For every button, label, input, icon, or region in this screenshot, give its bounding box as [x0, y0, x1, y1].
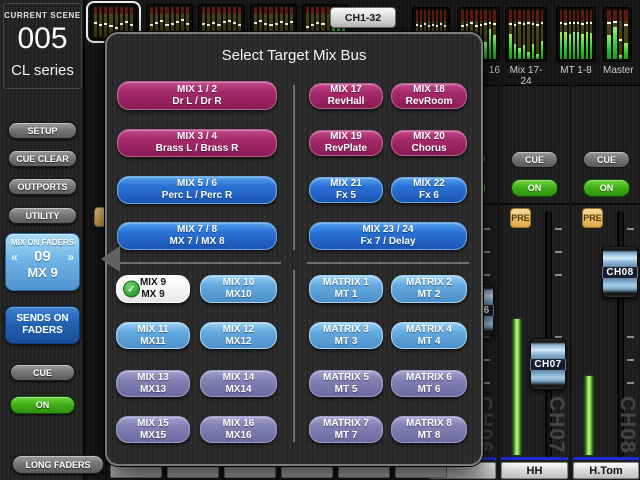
ch07-ghost-label: CH07	[544, 396, 568, 454]
ch08-name-plate[interactable]: H.Tom	[573, 462, 639, 479]
ch07-cue-button[interactable]: CUE	[511, 151, 558, 168]
mix-18-button[interactable]: MIX 18RevRoom	[391, 83, 467, 109]
mix-3-4-button[interactable]: MIX 3 / 4Brass L / Brass R	[117, 129, 277, 157]
popup-pointer-icon	[101, 246, 120, 272]
current-scene-label: CURRENT SCENE	[4, 11, 81, 20]
scene-number: 005	[4, 22, 81, 56]
console-screen: CH1-32 16 Mix 17-24 MT 1-8 Master CUE ON…	[0, 0, 640, 480]
mix-14-button[interactable]: MIX 14MX14	[200, 370, 277, 397]
mix-number: 09	[34, 248, 51, 265]
matrix-5-button[interactable]: MATRIX 5MT 5	[309, 370, 383, 397]
console-series-label: CL series	[4, 62, 81, 79]
column-divider	[293, 85, 295, 250]
ch1-32-bank-button[interactable]: CH1-32	[330, 7, 396, 28]
mix-12-button[interactable]: MIX 12MX12	[200, 322, 277, 349]
current-scene-display[interactable]: CURRENT SCENE 005 CL series	[3, 3, 82, 89]
section-divider	[307, 262, 469, 264]
column-divider	[293, 270, 295, 442]
long-faders-button[interactable]: LONG FADERS	[12, 455, 104, 474]
selected-check-icon: ✓	[123, 281, 140, 298]
utility-button[interactable]: UTILITY	[8, 207, 77, 224]
meter-block-master[interactable]: Master	[603, 7, 632, 76]
matrix-7-button[interactable]: MATRIX 7MT 7	[309, 416, 383, 443]
ch08-ghost-label: CH08	[615, 396, 639, 454]
channel-color-bar	[573, 457, 639, 460]
strip-divider	[500, 203, 569, 205]
mix-7-8-button[interactable]: MIX 7 / 8MX 7 / MX 8	[117, 222, 277, 250]
mix-9-button[interactable]: ✓ MIX 9MX 9	[116, 275, 190, 303]
mix-15-button[interactable]: MIX 15MX15	[116, 416, 190, 443]
mix-5-6-button[interactable]: MIX 5 / 6Perc L / Perc R	[117, 176, 277, 204]
outports-button[interactable]: OUTPORTS	[8, 178, 77, 195]
matrix-6-button[interactable]: MATRIX 6MT 6	[391, 370, 467, 397]
ch07-pre-badge[interactable]: PRE	[510, 208, 531, 228]
ch07-level-meter	[513, 319, 521, 455]
ch08-on-button[interactable]: ON	[583, 179, 630, 197]
sidebar-on-button[interactable]: ON	[10, 396, 75, 414]
mix-13-button[interactable]: MIX 13MX13	[116, 370, 190, 397]
sends-on-faders-button[interactable]: SENDS ON FADERS	[5, 306, 80, 344]
matrix-1-button[interactable]: MATRIX 1MT 1	[309, 275, 383, 303]
mix-20-button[interactable]: MIX 20Chorus	[391, 130, 467, 156]
ch07-on-button[interactable]: ON	[511, 179, 558, 197]
strip-divider	[572, 203, 640, 205]
matrix-2-button[interactable]: MATRIX 2MT 2	[391, 275, 467, 303]
ch07-fader-knob[interactable]: CH07	[530, 338, 566, 390]
mix-10-button[interactable]: MIX 10MX10	[200, 275, 277, 303]
channel-strip-ch07: CUE ON PRE CH07 CH07 HH	[500, 85, 569, 480]
ch08-cue-button[interactable]: CUE	[583, 151, 630, 168]
mix-22-button[interactable]: MIX 22Fx 6	[391, 177, 467, 203]
mix-1-2-button[interactable]: MIX 1 / 2Dr L / Dr R	[117, 81, 277, 110]
mix-19-button[interactable]: MIX 19RevPlate	[309, 130, 383, 156]
mix-on-faders-label: MIX ON FADERS	[6, 238, 79, 247]
channel-color-bar	[501, 457, 568, 460]
meter-block-mix17-24[interactable]: Mix 17-24	[505, 7, 547, 87]
mix-16-button[interactable]: MIX 16MX16	[200, 416, 277, 443]
sidebar-cue-button[interactable]: CUE	[10, 364, 75, 381]
dialog-title: Select Target Mix Bus	[107, 47, 481, 64]
channel-strip-ch08: CUE ON PRE CH08 CH08 H.Tom	[572, 85, 640, 480]
prev-mix-icon[interactable]: «	[11, 250, 18, 264]
mix-21-button[interactable]: MIX 21Fx 5	[309, 177, 383, 203]
section-divider	[115, 262, 281, 264]
ch07-name-plate[interactable]: HH	[501, 462, 568, 479]
select-target-mix-bus-dialog: Select Target Mix Bus MIX 1 / 2Dr L / Dr…	[105, 32, 483, 466]
cue-clear-button[interactable]: CUE CLEAR	[8, 150, 77, 167]
ch08-level-meter	[585, 376, 593, 455]
meter-block-mt1-8[interactable]: MT 1-8	[556, 7, 596, 76]
mix-11-button[interactable]: MIX 11MX11	[116, 322, 190, 349]
mix-on-faders-panel[interactable]: MIX ON FADERS « 09 » MX 9	[5, 233, 80, 291]
ch08-pre-badge[interactable]: PRE	[582, 208, 603, 228]
setup-button[interactable]: SETUP	[8, 122, 77, 139]
mix-23-24-button[interactable]: MIX 23 / 24Fx 7 / Delay	[309, 222, 467, 250]
mix-17-button[interactable]: MIX 17RevHall	[309, 83, 383, 109]
matrix-8-button[interactable]: MATRIX 8MT 8	[391, 416, 467, 443]
ch08-fader-knob[interactable]: CH08	[602, 246, 638, 298]
mix-name: MX 9	[6, 265, 79, 280]
matrix-3-button[interactable]: MATRIX 3MT 3	[309, 322, 383, 349]
sidebar: CURRENT SCENE 005 CL series SETUP CUE CL…	[0, 0, 85, 480]
matrix-4-button[interactable]: MATRIX 4MT 4	[391, 322, 467, 349]
next-mix-icon[interactable]: »	[67, 250, 74, 264]
